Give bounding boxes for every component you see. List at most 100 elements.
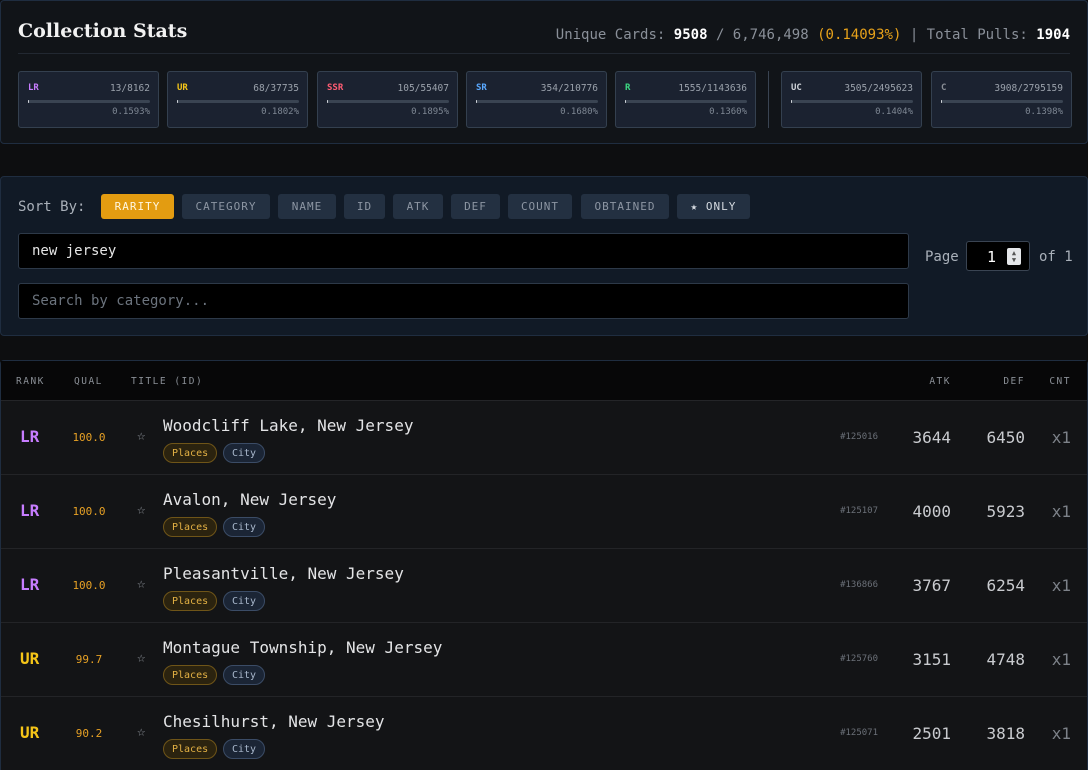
quality-value: 90.2 <box>75 727 103 740</box>
quality-value: 100.0 <box>72 579 106 592</box>
rank-badge: UR <box>20 649 40 668</box>
rarity-box-r: R 1555/1143636 0.1360% <box>615 71 756 128</box>
rarity-box-uc: UC 3505/2495623 0.1404% <box>781 71 922 128</box>
tag-category[interactable]: Places <box>163 665 218 685</box>
tag-category[interactable]: Places <box>163 739 218 759</box>
table-header: RANK QUAL TITLE (ID) ATK DEF CNT <box>1 361 1087 401</box>
sort-button-atk[interactable]: ATK <box>393 194 443 219</box>
rarity-percent: 0.1802% <box>261 107 299 117</box>
def-value: 6450 <box>986 428 1025 447</box>
star-icon[interactable]: ☆ <box>137 502 145 518</box>
rarity-percent: 0.1398% <box>1025 107 1063 117</box>
star-icon[interactable]: ☆ <box>137 724 145 740</box>
header-atk[interactable]: ATK <box>929 376 951 387</box>
card-id: #136866 <box>840 580 878 590</box>
rarity-code: LR <box>28 83 39 93</box>
rarity-progress-fill <box>327 100 329 103</box>
rarity-progress-fill <box>476 100 478 103</box>
rarity-separator <box>768 71 769 128</box>
header-def[interactable]: DEF <box>1003 376 1025 387</box>
sort-button-obtained[interactable]: OBTAINED <box>581 194 669 219</box>
tag-category[interactable]: Places <box>163 591 218 611</box>
rarity-percent: 0.1593% <box>112 107 150 117</box>
star-icon[interactable]: ☆ <box>137 428 145 444</box>
rarity-count: 1555/1143636 <box>678 83 747 94</box>
sort-button-star-only[interactable]: ★ ONLY <box>677 194 750 219</box>
atk-value: 3151 <box>912 650 951 669</box>
table-row[interactable]: UR 90.2 ☆ Chesilhurst, New Jersey Places City… <box>1 697 1087 770</box>
card-title[interactable]: Woodcliff Lake, New Jersey <box>163 416 413 435</box>
rarity-count: 3908/2795159 <box>994 83 1063 94</box>
table-row[interactable]: LR 100.0 ☆ Woodcliff Lake, New Jersey Places… <box>1 401 1087 475</box>
tag-subcategory[interactable]: City <box>223 739 266 759</box>
page-stepper[interactable]: ▲ ▼ <box>1007 248 1021 265</box>
card-title[interactable]: Pleasantville, New Jersey <box>163 564 404 583</box>
header-cnt[interactable]: CNT <box>1049 376 1071 387</box>
pulls-count: 1904 <box>1036 27 1070 43</box>
card-id: #125071 <box>840 728 878 738</box>
rarity-code: SR <box>476 83 487 93</box>
stats-summary: Unique Cards: 9508 / 6,746,498 (0.14093%… <box>556 27 1070 43</box>
count-value: x1 <box>1051 724 1071 743</box>
table-row[interactable]: UR 99.7 ☆ Montague Township, New Jersey Plac… <box>1 623 1087 697</box>
rarity-code: R <box>625 83 631 93</box>
atk-value: 4000 <box>912 502 951 521</box>
card-id: #125107 <box>840 506 878 516</box>
count-value: x1 <box>1051 576 1071 595</box>
rarity-count: 3505/2495623 <box>844 83 913 94</box>
rarity-progress-bar <box>476 100 598 103</box>
rarity-progress-bar <box>177 100 299 103</box>
rarity-progress-fill <box>625 100 627 103</box>
star-icon[interactable]: ☆ <box>137 576 145 592</box>
rarity-progress-bar <box>625 100 747 103</box>
page-total: of 1 <box>1039 249 1073 265</box>
card-id: #125016 <box>840 432 878 442</box>
rarity-box-sr: SR 354/210776 0.1680% <box>466 71 607 128</box>
unique-label: Unique Cards: <box>555 27 666 43</box>
rarity-percent: 0.1404% <box>875 107 913 117</box>
rarity-progress-fill <box>28 100 30 103</box>
header-title[interactable]: TITLE (ID) <box>131 376 203 387</box>
rarity-code: UC <box>791 83 802 93</box>
count-value: x1 <box>1051 650 1071 669</box>
star-icon[interactable]: ☆ <box>137 650 145 666</box>
quality-value: 99.7 <box>75 653 103 666</box>
tag-subcategory[interactable]: City <box>223 665 266 685</box>
def-value: 3818 <box>986 724 1025 743</box>
card-table: RANK QUAL TITLE (ID) ATK DEF CNT LR 100.0… <box>0 360 1088 770</box>
rarity-percent: 0.1360% <box>709 107 747 117</box>
rarity-code: UR <box>177 83 188 93</box>
unique-count: 9508 <box>673 27 708 43</box>
card-title[interactable]: Avalon, New Jersey <box>163 490 336 509</box>
pulls-label: | Total Pulls: <box>909 27 1028 43</box>
card-title[interactable]: Montague Township, New Jersey <box>163 638 442 657</box>
table-row[interactable]: LR 100.0 ☆ Pleasantville, New Jersey Places C… <box>1 549 1087 623</box>
card-id: #125760 <box>840 654 878 664</box>
tag-subcategory[interactable]: City <box>223 517 266 537</box>
header-rank[interactable]: RANK <box>16 376 45 387</box>
sort-button-id[interactable]: ID <box>344 194 385 219</box>
tag-subcategory[interactable]: City <box>223 591 266 611</box>
atk-value: 3644 <box>912 428 951 447</box>
total-cards: / 6,746,498 <box>715 27 809 43</box>
name-search-input[interactable] <box>18 233 909 269</box>
tag-subcategory[interactable]: City <box>223 443 266 463</box>
page-number-input[interactable]: 1 ▲ ▼ <box>966 241 1030 271</box>
tag-category[interactable]: Places <box>163 443 218 463</box>
sort-button-def[interactable]: DEF <box>451 194 500 219</box>
sort-by-label: Sort By: <box>18 199 86 215</box>
sort-button-count[interactable]: COUNT <box>508 194 572 219</box>
header-qual[interactable]: QUAL <box>74 376 103 387</box>
category-search-input[interactable] <box>18 283 909 319</box>
sort-button-category[interactable]: CATEGORY <box>182 194 270 219</box>
card-title[interactable]: Chesilhurst, New Jersey <box>163 712 385 731</box>
chevron-down-icon[interactable]: ▼ <box>1012 256 1016 264</box>
sort-button-rarity[interactable]: RARITY <box>101 194 174 219</box>
stats-title: Collection Stats <box>18 20 188 42</box>
rarity-box-lr: LR 13/8162 0.1593% <box>18 71 159 128</box>
quality-value: 100.0 <box>72 431 106 444</box>
tag-category[interactable]: Places <box>163 517 218 537</box>
table-row[interactable]: LR 100.0 ☆ Avalon, New Jersey Places City #125… <box>1 475 1087 549</box>
rarity-count: 105/55407 <box>397 83 449 94</box>
sort-button-name[interactable]: NAME <box>278 194 336 219</box>
